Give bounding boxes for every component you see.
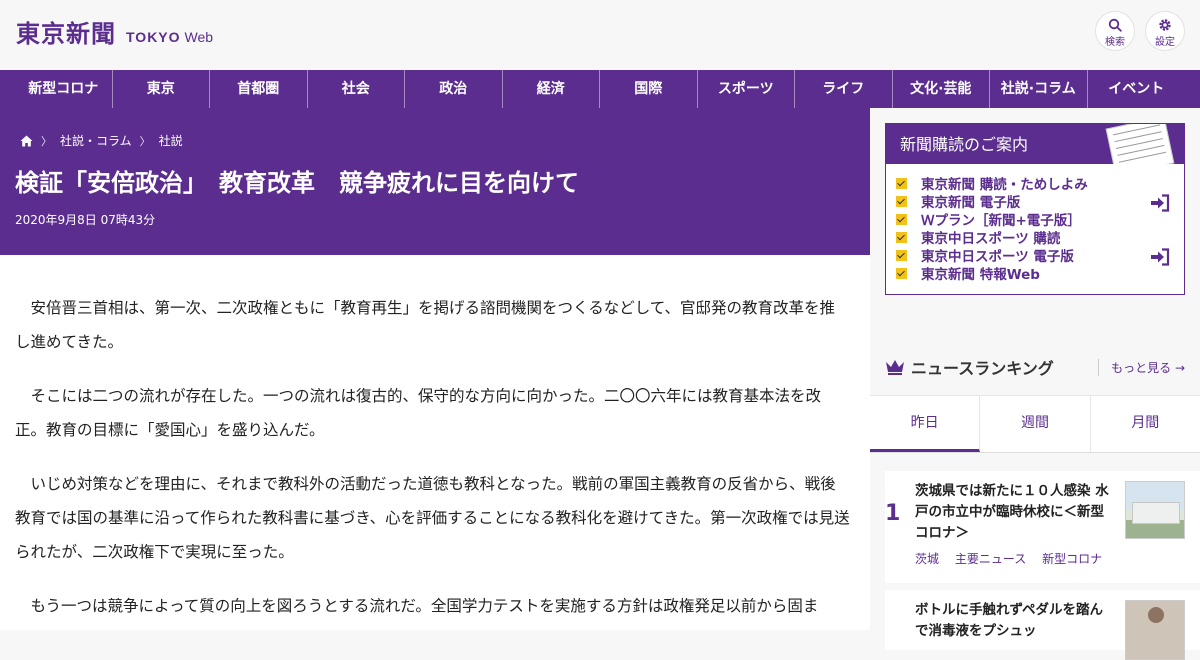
logo-tokyo-text: TOKYO xyxy=(126,29,181,45)
nav-item-politics[interactable]: 政治 xyxy=(405,70,503,108)
ranking-item[interactable]: ボトルに手触れずペダルを踏んで消毒液をプシュッ xyxy=(885,590,1200,660)
nav-item-society[interactable]: 社会 xyxy=(308,70,405,108)
newspaper-image xyxy=(1105,124,1175,164)
subscription-link-digital[interactable]: 東京新聞 電子版 xyxy=(896,192,1184,211)
article-paragraph: もう一つは競争によって質の向上を図ろうとする流れだ。全国学力テストを実施する方針… xyxy=(30,597,819,615)
nav-item-life[interactable]: ライフ xyxy=(795,70,893,108)
nav-item-culture[interactable]: 文化·芸能 xyxy=(893,70,990,108)
subscription-link-label: 東京中日スポーツ 購読 xyxy=(921,231,1061,247)
nav-item-events[interactable]: イベント xyxy=(1088,70,1186,108)
login-icon[interactable] xyxy=(1150,194,1170,212)
ranking-tabs: 昨日 週間 月間 xyxy=(870,395,1200,453)
ranking-number: 1 xyxy=(885,501,901,526)
subscription-panel: 新聞購読のご案内 東京新聞 購読・ためしよみ 東京新聞 電子版 Ｗプラン［新聞+… xyxy=(885,123,1185,295)
ranking-headline[interactable]: 茨城県では新たに１０人感染 水戸の市立中が臨時休校に＜新型コロナ＞ xyxy=(915,481,1115,544)
ranking-title: ニュースランキング xyxy=(911,359,1054,378)
tag-corona[interactable]: 新型コロナ xyxy=(1042,552,1102,566)
nav-item-economy[interactable]: 経済 xyxy=(503,70,600,108)
settings-button[interactable]: 設定 xyxy=(1145,11,1185,51)
article-paragraph: 安倍晋三首相は、第一次、二次政権ともに「教育再生」を掲げる諮問機関をつくるなどし… xyxy=(15,299,835,351)
ranking-thumbnail[interactable] xyxy=(1125,481,1185,539)
search-button[interactable]: 検索 xyxy=(1095,11,1135,51)
settings-button-label: 設定 xyxy=(1155,37,1175,48)
subscription-link-label: Ｗプラン［新聞+電子版］ xyxy=(921,213,1081,229)
site-logo[interactable]: 東京新聞 TOKYO Web xyxy=(16,14,213,49)
search-button-label: 検索 xyxy=(1105,37,1125,48)
ranking-tags: 茨城 主要ニュース 新型コロナ xyxy=(915,550,1114,567)
breadcrumb-editorial[interactable]: 社説・コラム xyxy=(60,132,132,149)
main-nav: 新型コロナ 東京 首都圏 社会 政治 経済 国際 スポーツ ライフ 文化·芸能 … xyxy=(0,70,1200,108)
subscription-link-chunichi-digital[interactable]: 東京中日スポーツ 電子版 xyxy=(896,246,1184,265)
article-paragraph: いじめ対策などを理由に、それまで教科外の活動だった道徳も教科となった。戦前の軍国… xyxy=(15,475,850,561)
nav-item-tokyo[interactable]: 東京 xyxy=(113,70,210,108)
login-icon[interactable] xyxy=(1150,248,1170,266)
check-icon xyxy=(896,267,907,279)
check-icon xyxy=(896,177,907,189)
subscription-panel-header: 新聞購読のご案内 xyxy=(886,124,1184,164)
breadcrumb-separator: 〉 xyxy=(139,134,151,148)
check-icon xyxy=(896,195,907,207)
tab-weekly[interactable]: 週間 xyxy=(980,396,1091,452)
subscription-list: 東京新聞 購読・ためしよみ 東京新聞 電子版 Ｗプラン［新聞+電子版］ 東京中日… xyxy=(886,164,1184,283)
ranking-headline[interactable]: ボトルに手触れずペダルを踏んで消毒液をプシュッ xyxy=(915,600,1115,642)
tab-yesterday[interactable]: 昨日 xyxy=(870,396,981,452)
nav-item-metropolitan[interactable]: 首都圏 xyxy=(210,70,308,108)
breadcrumb: 〉 社説・コラム 〉 社説 xyxy=(20,132,183,149)
arrow-right-icon: → xyxy=(1174,361,1185,375)
ranking-header: ニュースランキング もっと見る → xyxy=(885,356,1185,378)
crown-icon xyxy=(886,360,904,375)
logo-web-text: Web xyxy=(184,29,214,45)
article-title: 検証「安倍政治」 教育改革 競争疲れに目を向けて xyxy=(15,169,579,197)
ranking-more-label: もっと見る xyxy=(1111,361,1172,375)
subscription-panel-title: 新聞購読のご案内 xyxy=(900,135,1029,154)
breadcrumb-separator: 〉 xyxy=(41,134,52,148)
subscription-link-label: 東京新聞 電子版 xyxy=(921,195,1021,211)
nav-item-sports[interactable]: スポーツ xyxy=(698,70,795,108)
article-body: 安倍晋三首相は、第一次、二次政権ともに「教育再生」を掲げる諮問機関をつくるなどし… xyxy=(0,255,870,630)
ranking-thumbnail[interactable] xyxy=(1125,600,1185,660)
nav-item-international[interactable]: 国際 xyxy=(600,70,698,108)
article-paragraph: そこには二つの流れが存在した。一つの流れは復古的、保守的な方向に向かった。二〇〇… xyxy=(15,387,822,439)
subscription-link-chunichi-sports[interactable]: 東京中日スポーツ 購読 xyxy=(896,228,1184,247)
ranking-item[interactable]: 1 茨城県では新たに１０人感染 水戸の市立中が臨時休校に＜新型コロナ＞ 茨城 主… xyxy=(885,471,1200,583)
subscription-link-wplan[interactable]: Ｗプラン［新聞+電子版］ xyxy=(896,210,1184,229)
ranking-more-link[interactable]: もっと見る → xyxy=(1098,359,1185,376)
sidebar: 新聞購読のご案内 東京新聞 購読・ためしよみ 東京新聞 電子版 Ｗプラン［新聞+… xyxy=(870,108,1200,660)
article-date: 2020年9月8日 07時43分 xyxy=(15,213,156,227)
subscription-link-label: 東京新聞 購読・ためしよみ xyxy=(921,177,1088,193)
nav-item-corona[interactable]: 新型コロナ xyxy=(15,70,113,108)
site-header: 東京新聞 TOKYO Web 検索 設定 xyxy=(0,0,1200,70)
article-header: 〉 社説・コラム 〉 社説 検証「安倍政治」 教育改革 競争疲れに目を向けて 2… xyxy=(0,108,870,255)
nav-item-editorial[interactable]: 社説·コラム xyxy=(990,70,1088,108)
logo-main-text: 東京新聞 xyxy=(16,19,116,48)
check-icon xyxy=(896,231,907,243)
check-icon xyxy=(896,213,907,225)
gear-icon xyxy=(1159,19,1171,31)
tag-ibaraki[interactable]: 茨城 xyxy=(915,552,939,566)
breadcrumb-editorial-sub[interactable]: 社説 xyxy=(159,132,183,149)
subscription-link-trial[interactable]: 東京新聞 購読・ためしよみ xyxy=(896,174,1184,193)
home-icon[interactable] xyxy=(20,135,33,147)
subscription-link-label: 東京中日スポーツ 電子版 xyxy=(921,249,1074,265)
tag-main-news[interactable]: 主要ニュース xyxy=(955,552,1026,566)
subscription-link-label: 東京新聞 特報Web xyxy=(921,267,1040,283)
search-icon xyxy=(1108,18,1122,32)
subscription-link-tokuho[interactable]: 東京新聞 特報Web xyxy=(896,264,1184,283)
tab-monthly[interactable]: 月間 xyxy=(1091,396,1200,452)
check-icon xyxy=(896,249,907,261)
